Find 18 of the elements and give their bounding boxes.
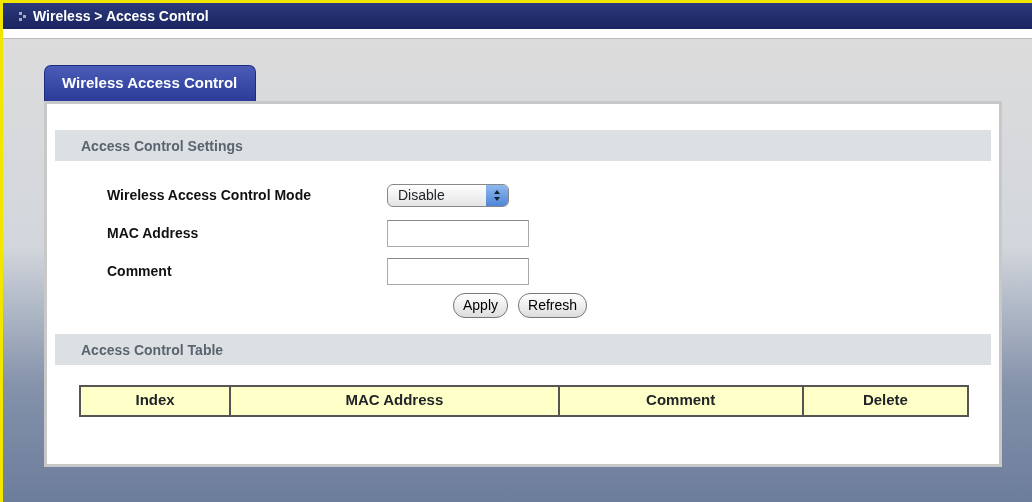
action-button[interactable]: Refresh	[518, 292, 588, 318]
field-label: MAC Address	[106, 224, 200, 243]
input-field[interactable]	[387, 220, 529, 247]
action-button[interactable]: Apply	[453, 292, 509, 318]
breadcrumb: Wireless > Access Control	[33, 6, 209, 26]
column-header: Comment	[558, 385, 803, 416]
bullet-icon	[19, 11, 27, 21]
section-heading: Access Control Table	[55, 333, 991, 365]
tab[interactable]: Wireless Access Control	[44, 65, 257, 101]
mode-dropdown[interactable]: Disable	[387, 184, 509, 207]
input-field[interactable]	[387, 258, 529, 285]
field-label: Wireless Access Control Mode	[106, 186, 312, 205]
column-header: Delete	[802, 385, 968, 416]
column-header: Index	[80, 385, 231, 416]
stepper-arrows-icon	[494, 190, 500, 201]
section-heading: Access Control Settings	[55, 129, 991, 161]
field-label: Comment	[106, 262, 173, 281]
column-header: MAC Address	[230, 385, 559, 416]
